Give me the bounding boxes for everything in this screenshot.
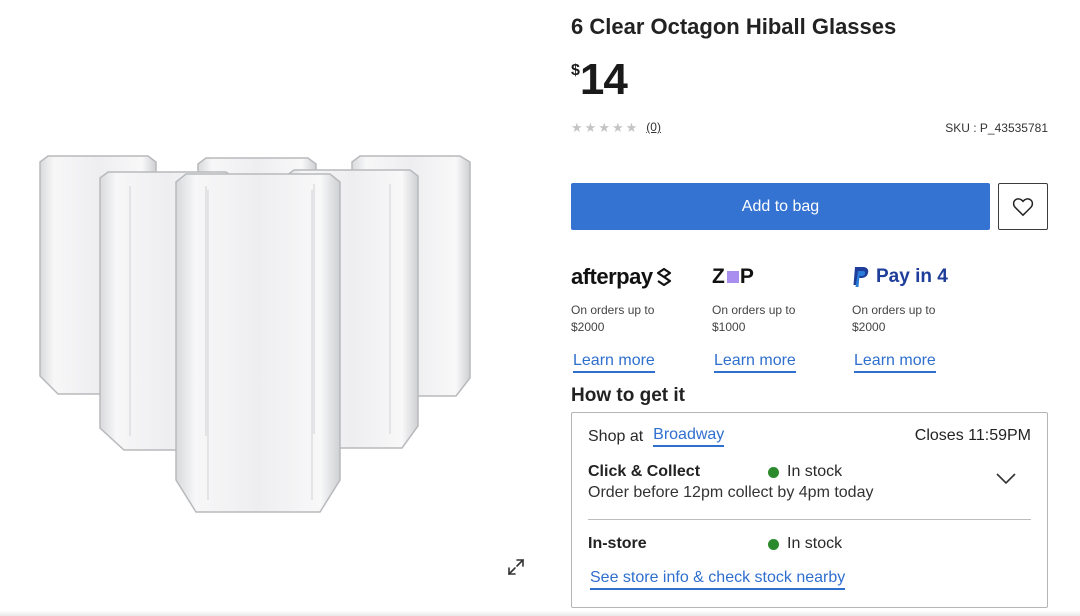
payment-terms: On orders up to (571, 303, 655, 317)
add-to-bag-button[interactable]: Add to bag (571, 183, 990, 230)
payment-limit: $2000 (852, 320, 886, 334)
afterpay-learn-more-link[interactable]: Learn more (573, 352, 655, 373)
store-name-link[interactable]: Broadway (653, 426, 725, 447)
paypal-logo: Pay in 4 (852, 262, 992, 292)
divider (588, 519, 1031, 520)
star-icon: ★ (584, 119, 597, 135)
wishlist-button[interactable] (998, 183, 1048, 230)
price-currency: $ (571, 62, 580, 79)
price-amount: 14 (579, 55, 628, 104)
instore-status: In stock (768, 535, 842, 553)
heart-icon (1012, 197, 1034, 216)
store-info-link[interactable]: See store info & check stock nearby (590, 569, 846, 590)
star-icon: ★ (611, 119, 624, 135)
zip-logo: Z P zip (712, 265, 755, 288)
instore-row: In-store In stock (588, 535, 1031, 553)
fulfilment-box: Shop at Broadway Closes 11:59PM Click & … (571, 412, 1048, 608)
chevron-down-icon[interactable] (995, 472, 1017, 486)
click-collect-status: In stock (768, 463, 842, 481)
payment-terms: On orders up to (712, 303, 796, 317)
star-icon: ★ (571, 119, 583, 135)
shop-at-label: Shop at (588, 427, 644, 445)
star-icon: ★ (598, 119, 610, 135)
afterpay-logo: afterpay (571, 262, 711, 292)
star-icon: ★ (625, 119, 638, 135)
payment-option-afterpay: afterpay On orders up to $2000 Learn mor… (571, 262, 711, 373)
zip-learn-more-link[interactable]: Learn more (714, 352, 796, 373)
payment-option-paypal: Pay in 4 On orders up to $2000 Learn mor… (852, 262, 992, 373)
page-edge (0, 611, 1080, 616)
payment-limit: $1000 (712, 320, 746, 334)
payment-option-zip: Z P zip On orders up to $1000 Learn more (712, 262, 852, 373)
review-count-link[interactable]: (0) (646, 120, 661, 134)
click-collect-note: Order before 12pm collect by 4pm today (588, 484, 874, 501)
instore-label: In-store (588, 535, 647, 552)
product-image (39, 155, 471, 513)
rating: ★ ★ ★ ★ ★ (0) (571, 120, 661, 134)
store-closing-time: Closes 11:59PM (914, 427, 1031, 444)
paypal-learn-more-link[interactable]: Learn more (854, 352, 936, 373)
in-stock-dot-icon (768, 466, 779, 478)
payment-limit: $2000 (571, 320, 605, 334)
product-image-panel (0, 0, 545, 616)
expand-icon[interactable] (502, 553, 530, 581)
how-to-get-it-heading: How to get it (571, 385, 685, 406)
sku: SKU : P_43535781 (945, 121, 1048, 135)
click-collect-row[interactable]: Click & Collect In stock Order before 12… (588, 463, 1031, 502)
in-stock-dot-icon (768, 538, 779, 550)
product-title: 6 Clear Octagon Hiball Glasses (571, 14, 897, 39)
paypal-icon (853, 267, 869, 287)
product-price: $ 14 (571, 55, 628, 108)
click-collect-label: Click & Collect (588, 463, 701, 480)
payment-terms: On orders up to (852, 303, 936, 317)
